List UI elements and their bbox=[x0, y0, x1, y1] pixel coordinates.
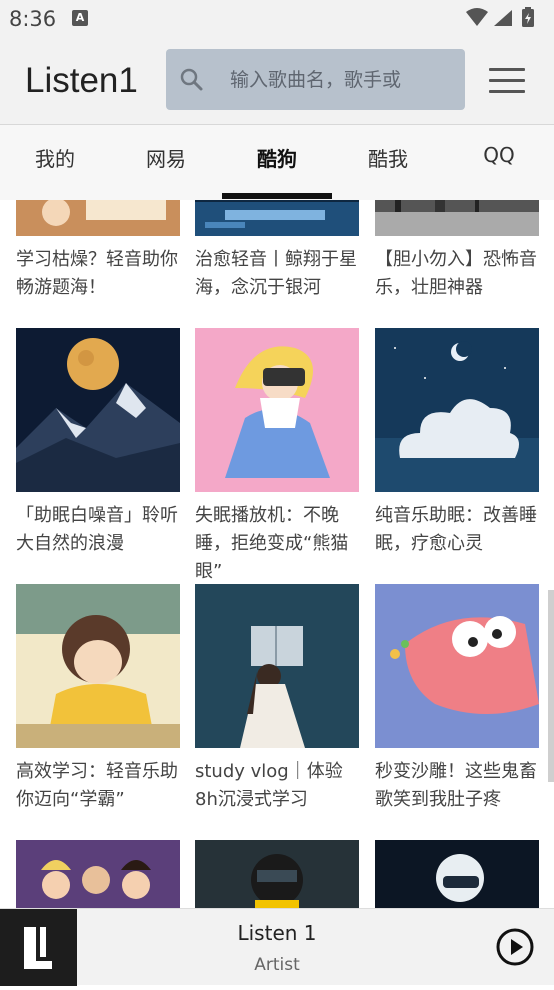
notification-icon: A bbox=[72, 10, 88, 26]
playlist-cover bbox=[16, 200, 180, 236]
playlist-card[interactable]: 「助眠白噪音」聆听大自然的浪漫 bbox=[16, 328, 180, 558]
now-playing-artist: Artist bbox=[254, 955, 300, 975]
tab-qq[interactable]: QQ bbox=[444, 143, 554, 167]
playlist-title: 失眠播放机：不晚睡，拒绝变成“熊猫眼” bbox=[195, 505, 349, 582]
playlist-cover bbox=[16, 840, 180, 908]
playlist-grid: 学习枯燥？轻音助你畅游题海！ 治愈轻音丨鲸翔于星海，念沉于银河 【胆小勿入】恐怖… bbox=[0, 200, 554, 908]
playlist-card[interactable] bbox=[195, 840, 359, 908]
playlist-cover bbox=[195, 200, 359, 236]
now-playing-title: Listen 1 bbox=[237, 921, 317, 945]
status-bar: 8:36 A bbox=[0, 0, 554, 36]
scrollbar[interactable] bbox=[548, 590, 554, 782]
tab-kuwo[interactable]: 酷我 bbox=[333, 143, 443, 172]
listen1-logo-icon bbox=[24, 927, 52, 969]
playlist-card[interactable] bbox=[375, 840, 539, 908]
playlist-card[interactable]: 秒变沙雕！这些鬼畜歌笑到我肚子疼 bbox=[375, 584, 539, 814]
playlist-card[interactable]: 纯音乐助眠：改善睡眠，疗愈心灵 bbox=[375, 328, 539, 558]
playlist-cover bbox=[16, 584, 180, 748]
search-icon bbox=[180, 68, 203, 91]
search-box[interactable] bbox=[166, 49, 465, 110]
play-button-icon[interactable] bbox=[495, 927, 535, 967]
tab-indicator bbox=[222, 193, 332, 199]
playlist-cover bbox=[195, 584, 359, 748]
wifi-icon bbox=[466, 8, 488, 26]
playlist-card[interactable]: 治愈轻音丨鲸翔于星海，念沉于银河 bbox=[195, 200, 359, 302]
system-icons bbox=[466, 7, 534, 27]
playlist-cover bbox=[375, 200, 539, 236]
playlist-title: 纯音乐助眠：改善睡眠，疗愈心灵 bbox=[375, 505, 537, 554]
tab-mine[interactable]: 我的 bbox=[0, 143, 110, 172]
playlist-cover bbox=[16, 328, 180, 492]
playlist-cover bbox=[375, 584, 539, 748]
app-logo bbox=[0, 909, 77, 986]
playlist-title: 秒变沙雕！这些鬼畜歌笑到我肚子疼 bbox=[375, 761, 537, 810]
signal-icon bbox=[494, 10, 512, 26]
playlist-title: 学习枯燥？轻音助你畅游题海！ bbox=[16, 249, 178, 298]
playlist-card[interactable]: 学习枯燥？轻音助你畅游题海！ bbox=[16, 200, 180, 302]
playlist-card[interactable] bbox=[16, 840, 180, 908]
tab-kugou[interactable]: 酷狗 bbox=[222, 143, 332, 172]
status-time: 8:36 bbox=[9, 7, 57, 31]
menu-icon[interactable] bbox=[489, 68, 525, 94]
mini-player[interactable]: Listen 1 Artist bbox=[0, 908, 554, 986]
playlist-title: 【胆小勿入】恐怖音乐，壮胆神器 bbox=[375, 249, 537, 298]
playlist-title: 治愈轻音丨鲸翔于星海，念沉于银河 bbox=[195, 249, 357, 298]
playlist-cover bbox=[375, 840, 539, 908]
tab-netease[interactable]: 网易 bbox=[111, 143, 221, 172]
playlist-cover bbox=[195, 840, 359, 908]
app-bar: Listen1 bbox=[0, 36, 554, 124]
search-input[interactable] bbox=[228, 63, 452, 97]
playlist-card[interactable]: study vlog｜体验8h沉浸式学习 bbox=[195, 584, 359, 814]
playlist-title: 「助眠白噪音」聆听大自然的浪漫 bbox=[16, 505, 178, 554]
app-title: Listen1 bbox=[25, 61, 138, 100]
playlist-card[interactable]: 【胆小勿入】恐怖音乐，壮胆神器 bbox=[375, 200, 539, 302]
playlist-card[interactable]: 高效学习：轻音乐助你迈向“学霸” bbox=[16, 584, 180, 814]
playlist-cover bbox=[375, 328, 539, 492]
playlist-title: study vlog｜体验8h沉浸式学习 bbox=[195, 761, 343, 810]
playlist-cover bbox=[195, 328, 359, 492]
source-tabs: 我的 网易 酷狗 酷我 QQ bbox=[0, 124, 554, 200]
playlist-title: 高效学习：轻音乐助你迈向“学霸” bbox=[16, 761, 178, 810]
playlist-card[interactable]: 失眠播放机：不晚睡，拒绝变成“熊猫眼” bbox=[195, 328, 359, 586]
